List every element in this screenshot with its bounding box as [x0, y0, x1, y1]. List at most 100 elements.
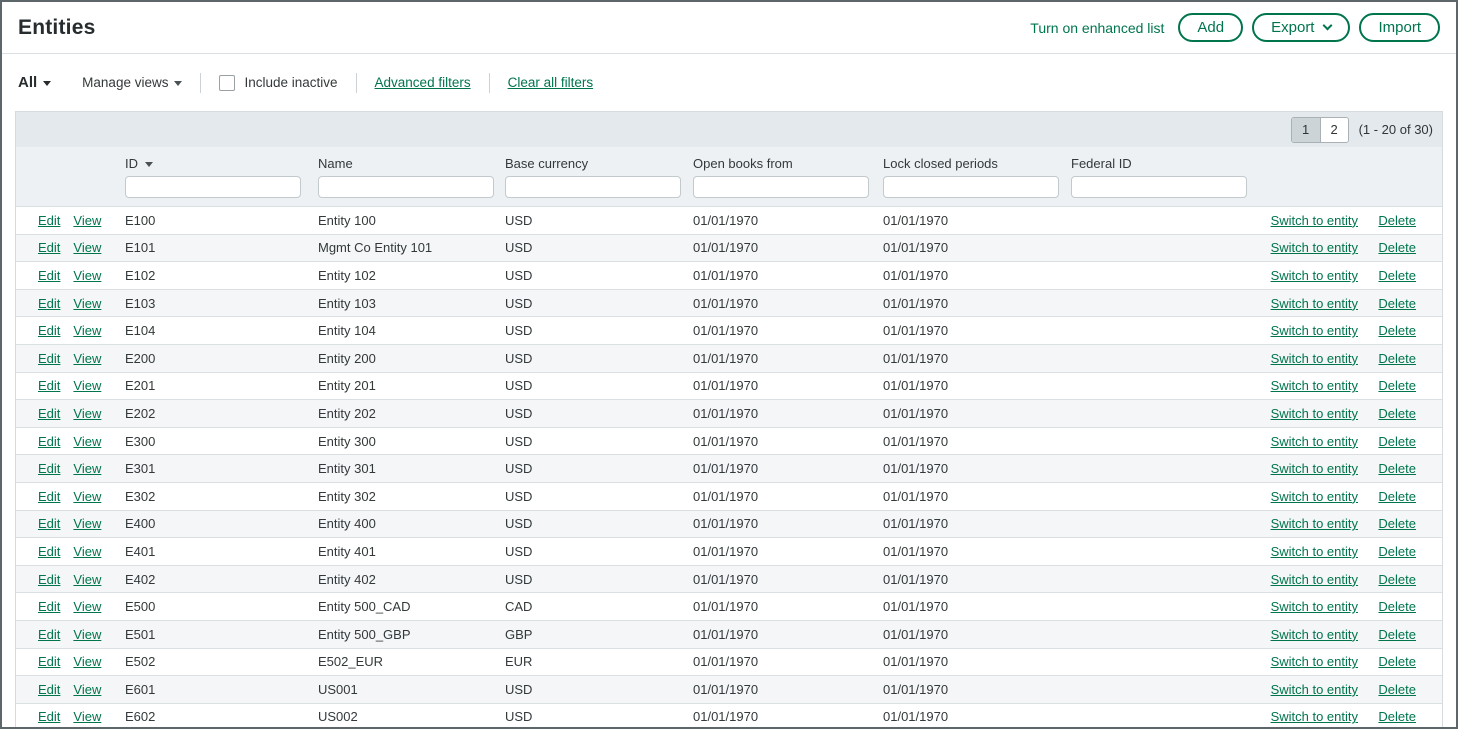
column-header-federal-id[interactable]: Federal ID: [1071, 156, 1253, 171]
edit-link[interactable]: Edit: [38, 709, 60, 724]
edit-link[interactable]: Edit: [38, 599, 60, 614]
delete-link[interactable]: Delete: [1378, 406, 1416, 421]
view-selector-all[interactable]: All: [18, 74, 51, 91]
view-link[interactable]: View: [73, 709, 101, 724]
switch-to-entity-link[interactable]: Switch to entity: [1271, 461, 1358, 476]
delete-link[interactable]: Delete: [1378, 709, 1416, 724]
switch-to-entity-link[interactable]: Switch to entity: [1271, 240, 1358, 255]
view-link[interactable]: View: [73, 406, 101, 421]
switch-to-entity-link[interactable]: Switch to entity: [1271, 323, 1358, 338]
filter-input-name[interactable]: [318, 176, 494, 198]
edit-link[interactable]: Edit: [38, 296, 60, 311]
edit-link[interactable]: Edit: [38, 461, 60, 476]
view-link[interactable]: View: [73, 296, 101, 311]
delete-link[interactable]: Delete: [1378, 351, 1416, 366]
column-header-name[interactable]: Name: [318, 156, 505, 171]
delete-link[interactable]: Delete: [1378, 434, 1416, 449]
delete-link[interactable]: Delete: [1378, 461, 1416, 476]
view-link[interactable]: View: [73, 654, 101, 669]
switch-to-entity-link[interactable]: Switch to entity: [1271, 489, 1358, 504]
row-actions: Edit View: [16, 406, 125, 421]
delete-link[interactable]: Delete: [1378, 268, 1416, 283]
enhanced-list-link[interactable]: Turn on enhanced list: [1030, 20, 1164, 36]
view-link[interactable]: View: [73, 627, 101, 642]
delete-link[interactable]: Delete: [1378, 572, 1416, 587]
edit-link[interactable]: Edit: [38, 240, 60, 255]
column-header-open-books-from[interactable]: Open books from: [693, 156, 883, 171]
edit-link[interactable]: Edit: [38, 434, 60, 449]
clear-all-filters-link[interactable]: Clear all filters: [508, 75, 594, 90]
edit-link[interactable]: Edit: [38, 213, 60, 228]
include-inactive-checkbox[interactable]: [219, 75, 235, 91]
edit-link[interactable]: Edit: [38, 654, 60, 669]
delete-link[interactable]: Delete: [1378, 627, 1416, 642]
switch-to-entity-link[interactable]: Switch to entity: [1271, 654, 1358, 669]
switch-to-entity-link[interactable]: Switch to entity: [1271, 627, 1358, 642]
delete-link[interactable]: Delete: [1378, 489, 1416, 504]
delete-link[interactable]: Delete: [1378, 378, 1416, 393]
switch-to-entity-link[interactable]: Switch to entity: [1271, 351, 1358, 366]
delete-link[interactable]: Delete: [1378, 682, 1416, 697]
view-link[interactable]: View: [73, 434, 101, 449]
view-link[interactable]: View: [73, 213, 101, 228]
filter-input-id[interactable]: [125, 176, 301, 198]
delete-link[interactable]: Delete: [1378, 240, 1416, 255]
export-button[interactable]: Export: [1252, 13, 1350, 42]
view-link[interactable]: View: [73, 572, 101, 587]
switch-to-entity-link[interactable]: Switch to entity: [1271, 544, 1358, 559]
view-link[interactable]: View: [73, 461, 101, 476]
edit-link[interactable]: Edit: [38, 351, 60, 366]
switch-to-entity-link[interactable]: Switch to entity: [1271, 599, 1358, 614]
filter-input-lock-closed-periods[interactable]: [883, 176, 1059, 198]
delete-link[interactable]: Delete: [1378, 599, 1416, 614]
switch-to-entity-link[interactable]: Switch to entity: [1271, 268, 1358, 283]
switch-to-entity-link[interactable]: Switch to entity: [1271, 378, 1358, 393]
edit-link[interactable]: Edit: [38, 627, 60, 642]
edit-link[interactable]: Edit: [38, 682, 60, 697]
switch-to-entity-link[interactable]: Switch to entity: [1271, 709, 1358, 724]
add-button[interactable]: Add: [1178, 13, 1243, 42]
switch-to-entity-link[interactable]: Switch to entity: [1271, 296, 1358, 311]
filter-input-open-books-from[interactable]: [693, 176, 869, 198]
view-link[interactable]: View: [73, 516, 101, 531]
edit-link[interactable]: Edit: [38, 489, 60, 504]
switch-to-entity-link[interactable]: Switch to entity: [1271, 213, 1358, 228]
delete-link[interactable]: Delete: [1378, 296, 1416, 311]
switch-to-entity-link[interactable]: Switch to entity: [1271, 572, 1358, 587]
page-2-button[interactable]: 2: [1320, 118, 1348, 142]
edit-link[interactable]: Edit: [38, 544, 60, 559]
view-link[interactable]: View: [73, 599, 101, 614]
view-link[interactable]: View: [73, 489, 101, 504]
delete-link[interactable]: Delete: [1378, 323, 1416, 338]
edit-link[interactable]: Edit: [38, 572, 60, 587]
page-1-button[interactable]: 1: [1292, 118, 1320, 142]
view-link[interactable]: View: [73, 240, 101, 255]
view-link[interactable]: View: [73, 544, 101, 559]
delete-link[interactable]: Delete: [1378, 516, 1416, 531]
view-link[interactable]: View: [73, 682, 101, 697]
switch-to-entity-link[interactable]: Switch to entity: [1271, 682, 1358, 697]
delete-link[interactable]: Delete: [1378, 654, 1416, 669]
filter-input-base-currency[interactable]: [505, 176, 681, 198]
column-header-id[interactable]: ID: [125, 156, 318, 171]
delete-link[interactable]: Delete: [1378, 213, 1416, 228]
edit-link[interactable]: Edit: [38, 516, 60, 531]
column-header-base-currency[interactable]: Base currency: [505, 156, 693, 171]
edit-link[interactable]: Edit: [38, 406, 60, 421]
view-link[interactable]: View: [73, 268, 101, 283]
view-link[interactable]: View: [73, 323, 101, 338]
column-header-lock-closed-periods[interactable]: Lock closed periods: [883, 156, 1071, 171]
delete-link[interactable]: Delete: [1378, 544, 1416, 559]
advanced-filters-link[interactable]: Advanced filters: [375, 75, 471, 90]
edit-link[interactable]: Edit: [38, 378, 60, 393]
switch-to-entity-link[interactable]: Switch to entity: [1271, 434, 1358, 449]
import-button[interactable]: Import: [1359, 13, 1440, 42]
filter-input-federal-id[interactable]: [1071, 176, 1247, 198]
manage-views-menu[interactable]: Manage views: [82, 75, 182, 90]
edit-link[interactable]: Edit: [38, 268, 60, 283]
switch-to-entity-link[interactable]: Switch to entity: [1271, 406, 1358, 421]
view-link[interactable]: View: [73, 351, 101, 366]
view-link[interactable]: View: [73, 378, 101, 393]
switch-to-entity-link[interactable]: Switch to entity: [1271, 516, 1358, 531]
edit-link[interactable]: Edit: [38, 323, 60, 338]
